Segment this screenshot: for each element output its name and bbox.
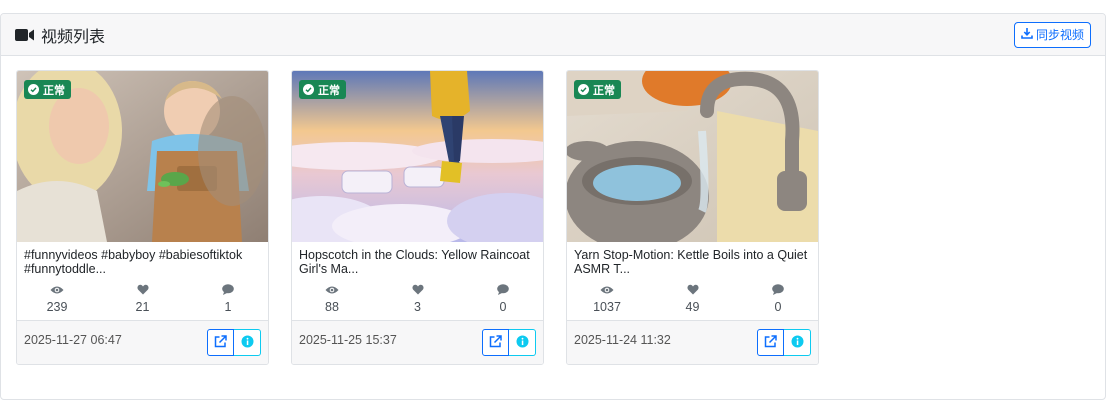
status-label: 正常 bbox=[318, 83, 340, 97]
views-count: 88 bbox=[325, 300, 339, 314]
eye-icon bbox=[50, 283, 64, 298]
likes-count: 49 bbox=[685, 300, 700, 314]
panel-title-group: 视频列表 bbox=[15, 23, 105, 47]
video-info-button[interactable] bbox=[784, 329, 811, 356]
video-camera-icon bbox=[15, 28, 35, 42]
comments-count: 1 bbox=[224, 300, 232, 314]
heart-icon bbox=[411, 283, 424, 298]
comment-icon bbox=[497, 283, 509, 298]
comments-stat: 0 bbox=[756, 283, 800, 314]
external-link-icon bbox=[214, 334, 227, 351]
eye-icon bbox=[325, 283, 339, 298]
publish-date: 2025-11-27 06:47 bbox=[24, 332, 122, 347]
views-count: 1037 bbox=[593, 300, 621, 314]
panel-header: 视频列表 同步视频 bbox=[1, 14, 1105, 56]
video-list-panel: 视频列表 同步视频 正常 #funnyvideos #babyboy #babi… bbox=[0, 13, 1106, 400]
video-title: Hopscotch in the Clouds: Yellow Raincoat… bbox=[299, 248, 530, 276]
video-info-button[interactable] bbox=[509, 329, 536, 356]
likes-stat: 49 bbox=[671, 283, 715, 314]
open-video-button[interactable] bbox=[482, 329, 509, 356]
video-stats: 239 21 1 bbox=[17, 283, 268, 314]
eye-icon bbox=[600, 283, 614, 298]
status-badge: 正常 bbox=[299, 80, 346, 99]
publish-date: 2025-11-24 11:32 bbox=[574, 332, 671, 347]
info-circle-icon bbox=[516, 335, 529, 351]
comments-count: 0 bbox=[499, 300, 507, 314]
card-actions bbox=[207, 329, 261, 356]
video-card-list: 正常 #funnyvideos #babyboy #babiesoftiktok… bbox=[16, 70, 819, 365]
video-title: #funnyvideos #babyboy #babiesoftiktok #f… bbox=[24, 248, 243, 276]
views-stat: 88 bbox=[310, 283, 354, 314]
video-card: 正常 #funnyvideos #babyboy #babiesoftiktok… bbox=[16, 70, 269, 365]
likes-stat: 21 bbox=[121, 283, 165, 314]
views-stat: 1037 bbox=[585, 283, 629, 314]
video-card: 正常 Hopscotch in the Clouds: Yellow Rainc… bbox=[291, 70, 544, 365]
card-actions bbox=[757, 329, 811, 356]
status-label: 正常 bbox=[43, 83, 65, 97]
likes-count: 3 bbox=[414, 300, 421, 314]
check-circle-icon bbox=[303, 84, 314, 95]
video-thumbnail[interactable]: 正常 bbox=[292, 71, 543, 242]
page-title: 视频列表 bbox=[41, 26, 106, 46]
comments-stat: 1 bbox=[206, 283, 250, 314]
video-stats: 1037 49 0 bbox=[567, 283, 818, 314]
likes-count: 21 bbox=[135, 300, 150, 314]
status-label: 正常 bbox=[593, 83, 615, 97]
video-title: Yarn Stop-Motion: Kettle Boils into a Qu… bbox=[574, 248, 808, 276]
external-link-icon bbox=[489, 334, 502, 351]
card-footer: 2025-11-25 15:37 bbox=[292, 320, 543, 364]
heart-icon bbox=[136, 283, 149, 298]
likes-stat: 3 bbox=[396, 283, 440, 314]
video-info-button[interactable] bbox=[234, 329, 261, 356]
sync-videos-label: 同步视频 bbox=[1035, 28, 1084, 42]
heart-icon bbox=[686, 283, 699, 298]
comment-icon bbox=[772, 283, 784, 298]
card-footer: 2025-11-27 06:47 bbox=[17, 320, 268, 364]
views-count: 239 bbox=[46, 300, 68, 314]
comments-count: 0 bbox=[774, 300, 782, 314]
card-footer: 2025-11-24 11:32 bbox=[567, 320, 818, 364]
status-badge: 正常 bbox=[24, 80, 71, 99]
open-video-button[interactable] bbox=[207, 329, 234, 356]
external-link-icon bbox=[764, 334, 777, 351]
publish-date: 2025-11-25 15:37 bbox=[299, 332, 397, 347]
video-thumbnail[interactable]: 正常 bbox=[567, 71, 818, 242]
check-circle-icon bbox=[578, 84, 589, 95]
sync-videos-button[interactable]: 同步视频 bbox=[1013, 21, 1091, 48]
open-video-button[interactable] bbox=[757, 329, 784, 356]
download-icon bbox=[1021, 27, 1033, 42]
video-thumbnail[interactable]: 正常 bbox=[17, 71, 268, 242]
video-card: 正常 Yarn Stop-Motion: Kettle Boils into a… bbox=[566, 70, 819, 365]
comments-stat: 0 bbox=[481, 283, 525, 314]
status-badge: 正常 bbox=[574, 80, 621, 99]
card-actions bbox=[482, 329, 536, 356]
comment-icon bbox=[222, 283, 234, 298]
check-circle-icon bbox=[28, 84, 39, 95]
info-circle-icon bbox=[241, 335, 254, 351]
video-stats: 88 3 0 bbox=[292, 283, 543, 314]
info-circle-icon bbox=[791, 335, 804, 351]
views-stat: 239 bbox=[35, 283, 79, 314]
